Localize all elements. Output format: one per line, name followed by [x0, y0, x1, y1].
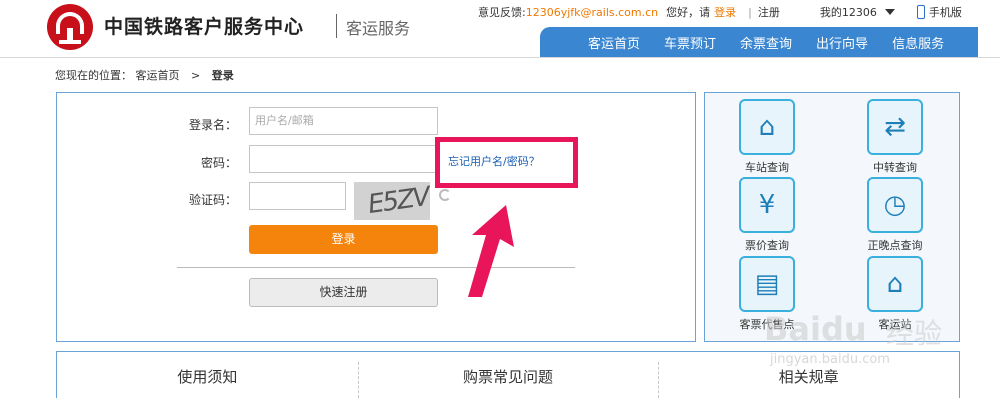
- logo-base: [59, 40, 81, 44]
- service-station[interactable]: ⌂ 车站查询: [739, 99, 795, 175]
- mobile-version-link[interactable]: 手机版: [929, 4, 962, 20]
- service-label: 车站查询: [745, 161, 789, 174]
- header-separator: |: [748, 5, 752, 19]
- greeting-text: 您好，请: [666, 6, 711, 19]
- password-label: 密码：: [200, 156, 237, 170]
- captcha-text: E5ZV: [366, 182, 430, 220]
- breadcrumb: 您现在的位置： 客运首页 > 登录: [55, 67, 234, 83]
- breadcrumb-current: 登录: [211, 69, 234, 82]
- nav-item-booking[interactable]: 车票预订: [652, 33, 728, 52]
- service-transfer[interactable]: ⇄ 中转查询: [867, 99, 923, 175]
- my-account-menu[interactable]: 我的12306: [820, 4, 877, 20]
- nav-item-remaining-tickets[interactable]: 余票查询: [728, 33, 804, 52]
- breadcrumb-prefix: 您现在的位置：: [55, 69, 132, 82]
- service-ticket-agency[interactable]: ▤ 客票代售点: [739, 256, 795, 332]
- captcha-input[interactable]: [249, 182, 346, 210]
- transfer-icon: ⇄: [867, 99, 923, 155]
- service-price[interactable]: ¥ 票价查询: [739, 177, 795, 253]
- price-search-icon: ¥: [739, 177, 795, 233]
- header-register-link[interactable]: 注册: [758, 4, 780, 20]
- site-subtitle: 客运服务: [346, 19, 411, 38]
- ticket-agency-icon: ▤: [739, 256, 795, 312]
- service-label: 正晚点查询: [867, 239, 923, 252]
- service-label: 客运站: [878, 318, 912, 331]
- captcha-image[interactable]: E5ZV: [354, 182, 430, 220]
- breadcrumb-home-link[interactable]: 客运首页: [136, 69, 180, 82]
- station-icon: ⌂: [739, 99, 795, 155]
- header-divider: [0, 57, 1000, 58]
- login-button[interactable]: 登录: [249, 225, 438, 254]
- service-label: 中转查询: [873, 161, 917, 174]
- header: 中国铁路客户服务中心 客运服务 意见反馈: 12306yjfk@rails.co…: [0, 0, 1000, 58]
- breadcrumb-separator: >: [191, 69, 201, 82]
- captcha-label: 验证码：: [188, 193, 237, 207]
- forgot-link-highlight: 忘记用户名/密码？: [435, 137, 578, 188]
- tab-regulations[interactable]: 相关规章: [658, 352, 959, 398]
- nav-item-home[interactable]: 客运首页: [576, 33, 652, 52]
- main-nav: 客运首页 车票预订 余票查询 出行向导 信息服务: [540, 27, 978, 57]
- username-input[interactable]: 用户名/邮箱: [249, 107, 438, 135]
- tab-usage-notice[interactable]: 使用须知: [57, 352, 358, 398]
- login-panel: 登录名： 用户名/邮箱 密码： 验证码： E5ZV 登录 快速注册: [56, 92, 696, 342]
- refresh-captcha-icon[interactable]: [439, 189, 451, 201]
- pointer-arrow-icon: [468, 205, 514, 297]
- mobile-phone-icon[interactable]: [916, 5, 925, 19]
- quick-register-button[interactable]: 快速注册: [249, 278, 438, 307]
- nav-item-travel-guide[interactable]: 出行向导: [804, 33, 880, 52]
- username-label: 登录名：: [188, 118, 237, 132]
- feedback-email-link[interactable]: 12306yjfk@rails.com.cn: [526, 6, 658, 19]
- service-label: 票价查询: [745, 239, 789, 252]
- forgot-password-link[interactable]: 忘记用户名/密码？: [448, 153, 540, 169]
- feedback-label: 意见反馈:: [478, 6, 526, 19]
- site-divider: [336, 14, 337, 38]
- chevron-down-icon[interactable]: [884, 9, 895, 15]
- passenger-station-icon: ⌂: [867, 256, 923, 312]
- service-passenger-station[interactable]: ⌂ 客运站: [867, 256, 923, 332]
- password-input[interactable]: [249, 145, 438, 173]
- site-name: 中国铁路客户服务中心: [104, 16, 305, 38]
- service-punctuality[interactable]: ◷ 正晚点查询: [867, 177, 923, 253]
- header-login-link[interactable]: 登录: [714, 4, 736, 20]
- info-tabs: 使用须知 购票常见问题 相关规章: [56, 351, 960, 398]
- service-panel: ⌂ 车站查询 ⇄ 中转查询 ¥ 票价查询 ◷ 正晚点查询 ▤ 客票代售点 ⌂ 客…: [704, 92, 960, 342]
- nav-item-info-service[interactable]: 信息服务: [880, 33, 956, 52]
- tab-ticket-faq[interactable]: 购票常见问题: [357, 352, 659, 398]
- clock-icon: ◷: [867, 177, 923, 233]
- service-label: 客票代售点: [739, 318, 795, 331]
- top-utility-bar: 意见反馈: 12306yjfk@rails.com.cn 您好，请 登录 | 注…: [478, 4, 962, 20]
- railway-logo-icon[interactable]: [47, 4, 93, 50]
